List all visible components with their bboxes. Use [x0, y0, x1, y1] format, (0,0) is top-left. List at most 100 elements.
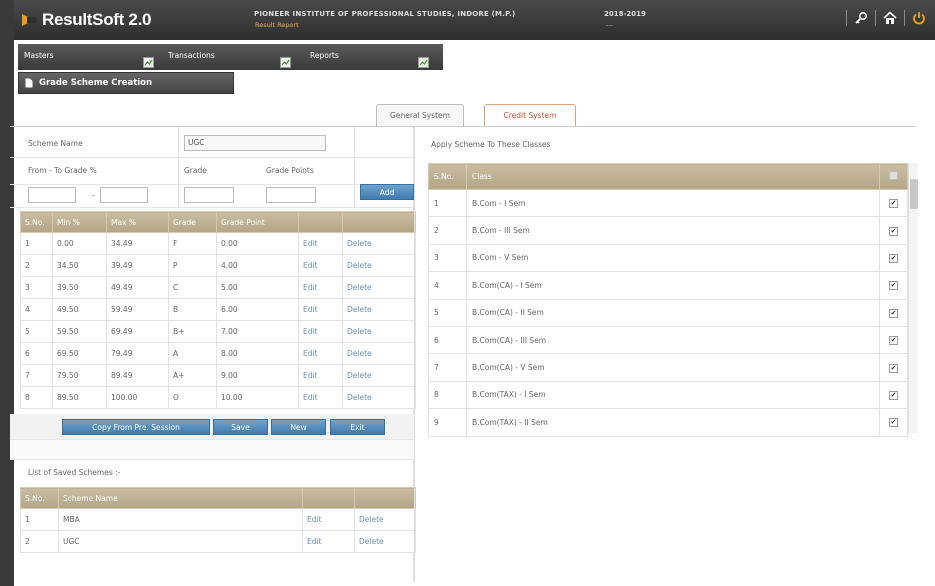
table-row: 1 MBA Edit Delete — [20, 508, 416, 531]
delete-link[interactable]: Delete — [342, 254, 416, 277]
col-sno: S.No. — [20, 211, 53, 233]
col-delete — [342, 211, 416, 233]
col-grade-point: Grade Point — [216, 211, 299, 233]
delete-link[interactable]: Delete — [342, 298, 416, 321]
cell-class: B.Com - V Sem — [466, 243, 880, 273]
delete-link[interactable]: Delete — [342, 342, 416, 365]
cell-min: 34.50 — [52, 254, 107, 277]
edit-link[interactable]: Edit — [298, 276, 343, 299]
cell-select: ✔ — [879, 380, 908, 410]
menu-reports[interactable]: Reports — [310, 51, 339, 60]
edit-link[interactable]: Edit — [302, 508, 355, 531]
cell-sno: 4 — [20, 298, 53, 321]
home-icon[interactable] — [882, 10, 898, 26]
cell-max: 69.49 — [106, 320, 169, 343]
broken-image-icon — [418, 57, 429, 68]
class-checkbox[interactable]: ✔ — [889, 363, 898, 373]
class-checkbox[interactable]: ✔ — [889, 308, 898, 318]
table-row: 4 B.Com(CA) - I Sem ✔ — [428, 271, 908, 300]
delete-link[interactable]: Delete — [342, 364, 416, 387]
cell-select: ✔ — [879, 298, 908, 327]
delete-link[interactable]: Delete — [342, 232, 416, 255]
tab-credit-system[interactable]: Credit System — [484, 104, 576, 126]
edit-link[interactable]: Edit — [298, 342, 343, 365]
cell-min: 79.50 — [52, 364, 107, 387]
page-title-bar: Grade Scheme Creation — [18, 72, 234, 94]
power-icon[interactable] — [911, 10, 927, 26]
divider — [178, 127, 179, 208]
cell-sno: 1 — [20, 232, 53, 255]
delete-link[interactable]: Delete — [354, 530, 416, 553]
grade-input[interactable] — [184, 187, 234, 203]
institute-name: PIONEER INSTITUTE OF PROFESSIONAL STUDIE… — [254, 10, 516, 18]
copy-from-previous-button[interactable]: Copy From Pre. Session — [62, 419, 210, 435]
class-checkbox[interactable]: ✔ — [889, 281, 898, 291]
institute-sub: Result Report — [255, 21, 299, 29]
menu-masters[interactable]: Masters — [24, 51, 54, 60]
table-row: 2 UGC Edit Delete — [20, 530, 416, 553]
edit-link[interactable]: Edit — [298, 298, 343, 321]
scheme-name-input[interactable]: UGC — [184, 135, 326, 151]
delete-link[interactable]: Delete — [342, 320, 416, 343]
class-checkbox[interactable]: ✔ — [889, 199, 898, 209]
new-button[interactable]: New — [271, 419, 326, 435]
grade-points-input[interactable] — [266, 187, 316, 203]
logo-arrow-icon — [22, 12, 40, 28]
cell-max: 39.49 — [106, 254, 169, 277]
cell-class: B.Com(CA) - V Sem — [466, 353, 880, 382]
table-row: 7 79.50 89.49 A+ 9.00 Edit Delete — [20, 364, 416, 387]
delete-link[interactable]: Delete — [342, 386, 416, 409]
broken-image-icon — [143, 57, 154, 68]
grade-label: Grade — [184, 166, 207, 175]
divider — [904, 10, 905, 26]
class-checkbox[interactable]: ✔ — [889, 253, 898, 263]
scheme-name-label: Scheme Name — [28, 139, 83, 148]
cell-sno: 8 — [20, 386, 53, 409]
col-edit — [302, 487, 355, 509]
cell-sno: 7 — [20, 364, 53, 387]
cell-select: ✔ — [879, 353, 908, 382]
col-sno: S.No. — [20, 487, 59, 509]
cell-grade: B+ — [168, 320, 217, 343]
edit-link[interactable]: Edit — [302, 530, 355, 553]
menu-transactions[interactable]: Transactions — [168, 51, 215, 60]
edit-link[interactable]: Edit — [298, 386, 343, 409]
class-checkbox[interactable]: ✔ — [889, 390, 898, 400]
app-logo[interactable]: ResultSoft 2.0 — [22, 10, 151, 30]
save-button[interactable]: Save — [213, 419, 268, 435]
delete-link[interactable]: Delete — [354, 508, 416, 531]
cell-grade-point: 0.00 — [216, 232, 299, 255]
from-percent-input[interactable] — [28, 187, 76, 203]
cell-sno: 7 — [428, 353, 467, 382]
select-all-checkbox[interactable] — [889, 171, 898, 180]
edit-link[interactable]: Edit — [298, 320, 343, 343]
class-checkbox[interactable]: ✔ — [889, 418, 898, 428]
delete-link[interactable]: Delete — [342, 276, 416, 299]
cell-scheme-name: MBA — [58, 508, 303, 531]
divider — [875, 10, 876, 26]
range-dash: - — [92, 191, 95, 200]
saved-schemes-title: List of Saved Schemes :- — [28, 468, 121, 477]
scrollbar-thumb[interactable] — [910, 179, 918, 209]
class-checkbox[interactable]: ✔ — [889, 226, 898, 236]
broken-image-icon — [280, 57, 291, 68]
exit-button[interactable]: Exit — [330, 419, 385, 435]
col-edit — [298, 211, 343, 233]
class-checkbox[interactable]: ✔ — [889, 336, 898, 346]
key-icon[interactable] — [853, 10, 869, 26]
edit-link[interactable]: Edit — [298, 232, 343, 255]
col-max: Max % — [106, 211, 169, 233]
table-row: 6 69.50 79.49 A 8.00 Edit Delete — [20, 342, 416, 365]
cell-select: ✔ — [879, 325, 908, 355]
to-percent-input[interactable] — [100, 187, 148, 203]
edit-link[interactable]: Edit — [298, 364, 343, 387]
classes-title: Apply Scheme To These Classes — [431, 140, 551, 149]
cell-sno: 2 — [428, 216, 467, 245]
add-button[interactable]: Add — [360, 184, 414, 200]
table-header-row: S.No. Class — [428, 163, 908, 190]
document-icon — [25, 78, 33, 88]
col-class: Class — [466, 163, 880, 190]
tab-general-system[interactable]: General System — [376, 104, 464, 126]
edit-link[interactable]: Edit — [298, 254, 343, 277]
classes-scrollbar[interactable] — [908, 163, 918, 433]
